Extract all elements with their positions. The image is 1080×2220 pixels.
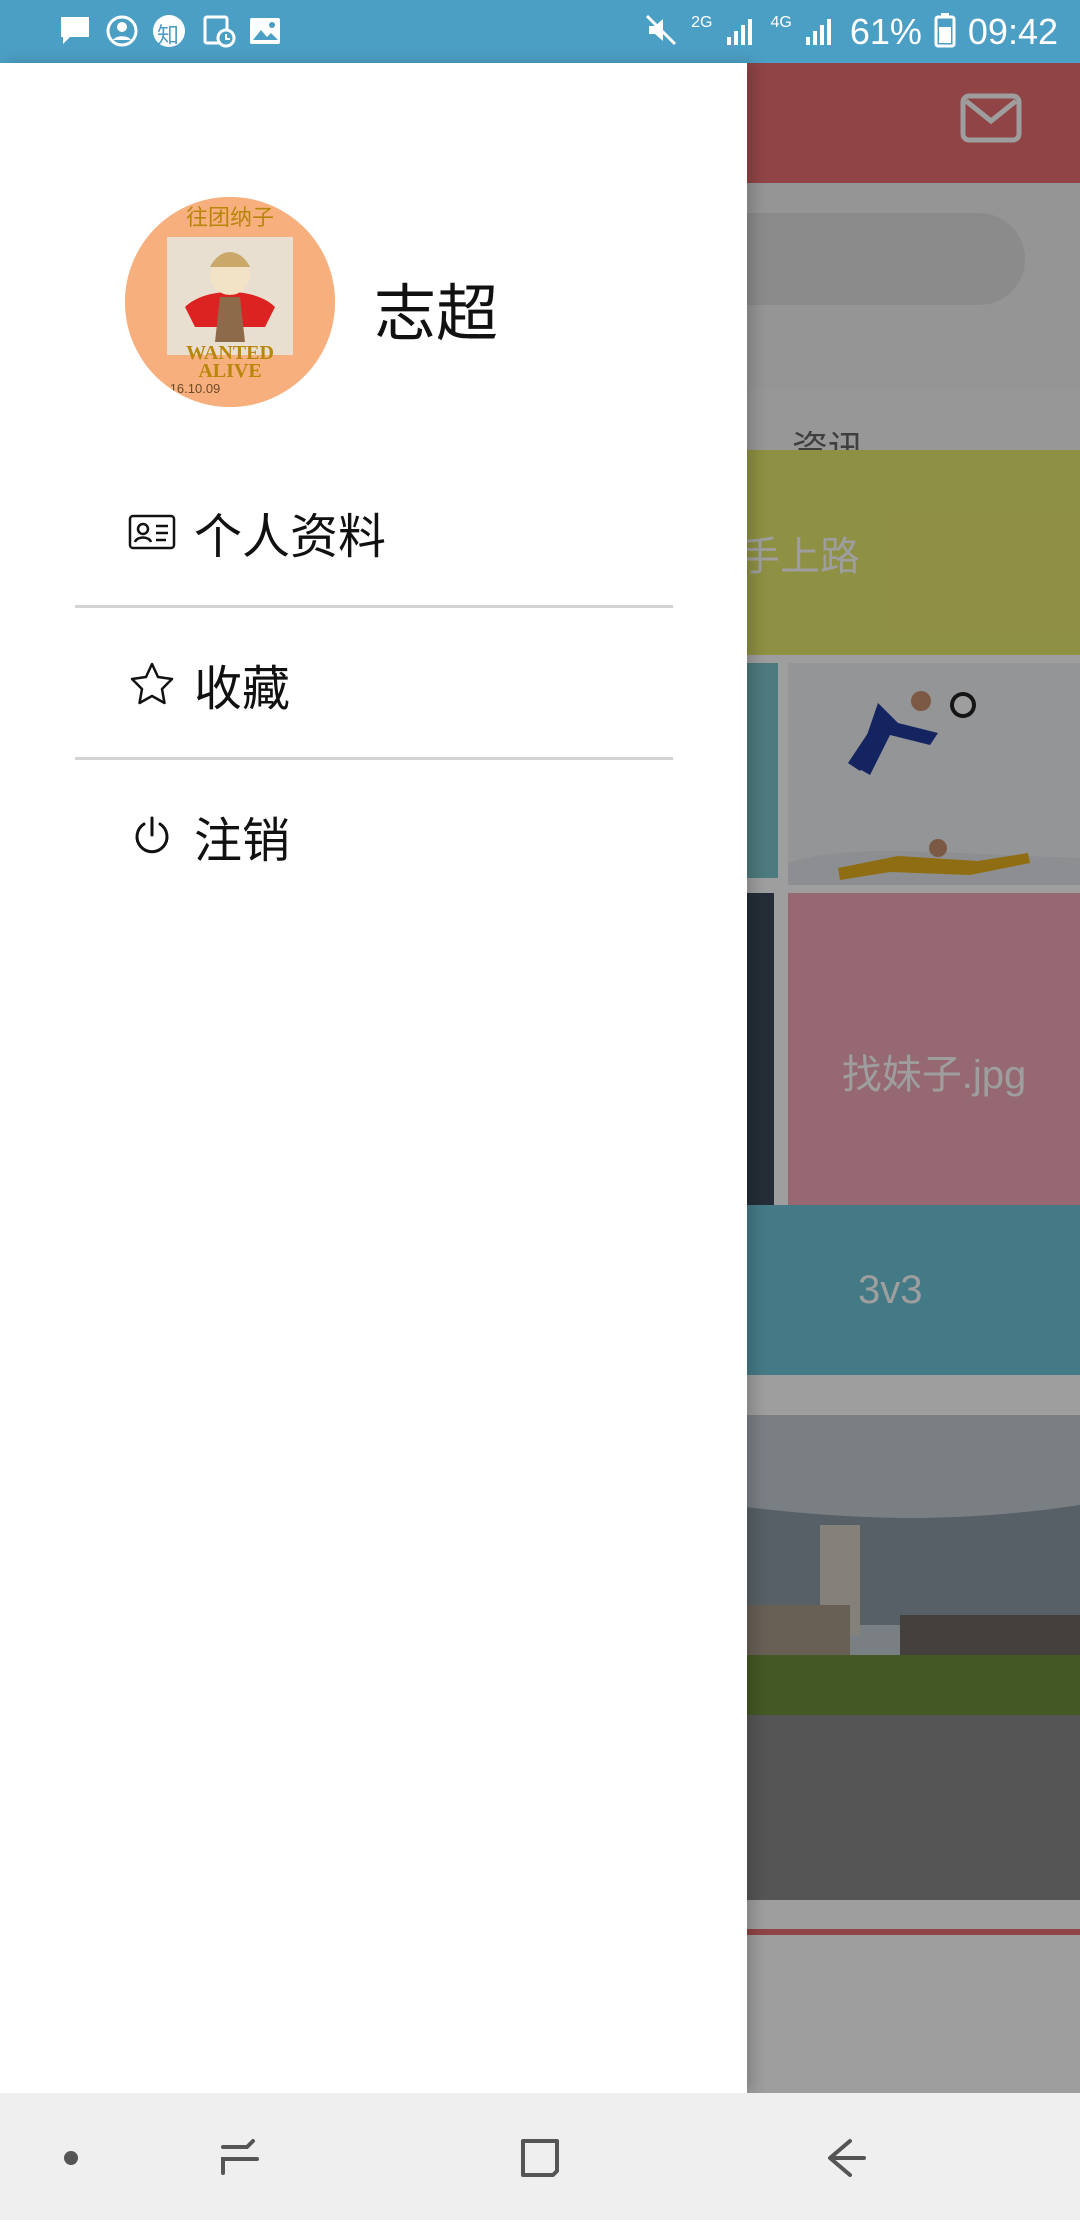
system-nav-bar xyxy=(0,2093,1080,2220)
power-icon xyxy=(126,810,178,862)
battery-icon xyxy=(934,12,956,52)
image-icon xyxy=(248,14,282,48)
dot-icon[interactable] xyxy=(36,2123,106,2193)
avatar-top-text: 往团纳子 xyxy=(186,206,274,231)
back-icon[interactable] xyxy=(810,2123,880,2193)
mute-icon xyxy=(643,12,679,52)
clock: 09:42 xyxy=(967,11,1058,52)
status-bar: 知 2G 4G 61% 09:42 xyxy=(0,0,1080,63)
menu-divider xyxy=(75,757,673,760)
menu-item-label: 注销 xyxy=(194,813,291,869)
battery-percent: 61% xyxy=(849,11,922,52)
zhihu-icon: 知 xyxy=(152,14,186,49)
avatar-date-text: 16.10.09 xyxy=(170,381,221,396)
menu-item-logout[interactable]: 注销 xyxy=(75,761,673,911)
zhihu-glyph: 知 xyxy=(157,24,180,49)
status-right: 2G 4G 61% 09:42 xyxy=(643,8,1058,56)
username: 志超 xyxy=(374,277,499,350)
clock-document-icon xyxy=(202,14,236,48)
signal-4g-icon xyxy=(804,13,838,51)
id-card-icon xyxy=(126,506,178,558)
home-icon[interactable] xyxy=(505,2123,575,2193)
signal-4g-label: 4G xyxy=(770,14,792,31)
menu-item-label: 收藏 xyxy=(194,661,291,717)
star-icon xyxy=(126,658,178,710)
message-icon xyxy=(58,14,92,48)
account-circle-icon xyxy=(105,14,139,48)
menu-item-label: 个人资料 xyxy=(194,509,387,565)
menu-item-profile[interactable]: 个人资料 xyxy=(75,457,673,607)
signal-2g-icon xyxy=(725,13,759,51)
navigation-drawer: 往团纳子 WANTED ALIVE 16.10.09 志超 个人资料 收藏 注销 xyxy=(0,63,747,2093)
menu-item-favorites[interactable]: 收藏 xyxy=(75,609,673,759)
signal-2g-label: 2G xyxy=(691,14,713,31)
avatar-alive-text: ALIVE xyxy=(198,360,261,382)
menu-divider xyxy=(75,605,673,608)
recent-apps-icon[interactable] xyxy=(205,2123,275,2193)
user-avatar[interactable]: 往团纳子 WANTED ALIVE 16.10.09 xyxy=(125,197,335,407)
